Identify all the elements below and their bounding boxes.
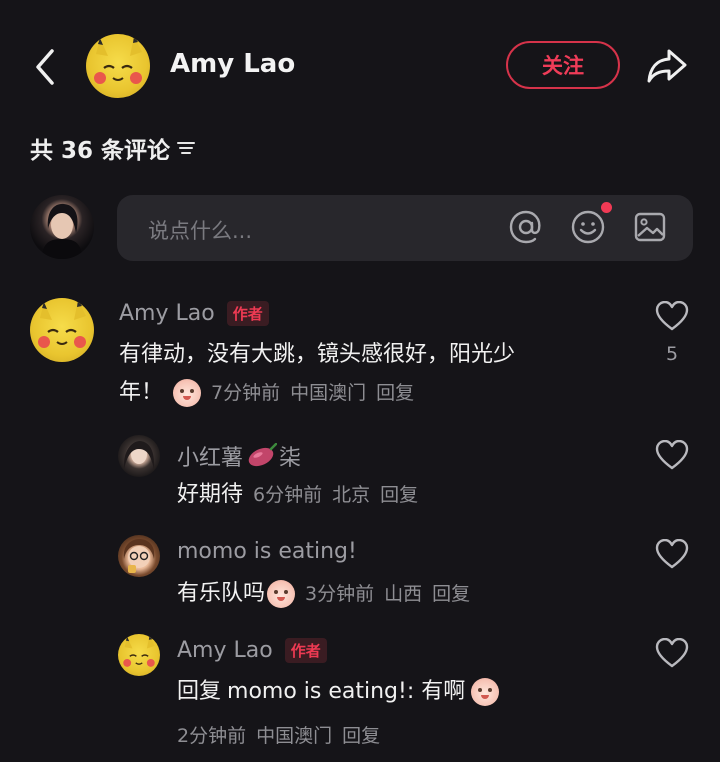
comment-text[interactable]: 有律动，没有大跳，镜头感很好，阳光少 年！ 7分钟前 中国澳门 回复: [119, 336, 619, 412]
reply-text-row[interactable]: 回复 momo is eating! : 有啊: [177, 673, 500, 711]
reply-to-user[interactable]: momo is eating!: [227, 673, 407, 711]
emoji-button[interactable]: [570, 209, 606, 245]
emoji-sticker-icon: [173, 379, 202, 407]
reply-text-row[interactable]: 好期待 6分钟前 北京 回复: [177, 476, 418, 514]
reply-link[interactable]: 回复: [380, 476, 418, 514]
reply-author-suffix: 柒: [279, 446, 302, 471]
like-button[interactable]: [655, 637, 689, 668]
comment-count-row[interactable]: 共 36 条评论: [30, 131, 196, 165]
emoji-sticker-icon: [267, 580, 296, 608]
comment-input-placeholder[interactable]: 说点什么...: [148, 215, 252, 245]
sweet-potato-icon: [248, 443, 278, 467]
comment-text-line: 年！ 7分钟前 中国澳门 回复: [119, 374, 619, 412]
like-button[interactable]: [655, 439, 689, 470]
like-count: 5: [666, 343, 679, 365]
image-button[interactable]: [632, 209, 668, 245]
share-arrow-icon: [647, 49, 687, 83]
follow-button[interactable]: 关注: [506, 41, 620, 89]
comment-author[interactable]: Amy Lao: [119, 301, 215, 326]
reply-time: 6分钟前: [253, 484, 323, 506]
at-sign-icon: [509, 210, 541, 244]
comment-time: 7分钟前: [211, 382, 281, 404]
author-badge: 作者: [226, 301, 269, 326]
reply-author[interactable]: momo is eating!: [177, 539, 357, 564]
reply-link[interactable]: 回复: [342, 721, 380, 748]
reply-author[interactable]: 小红薯: [177, 440, 243, 472]
comment-avatar[interactable]: [30, 298, 94, 362]
comment-count: 共 36 条评论: [30, 138, 171, 164]
back-button[interactable]: [28, 45, 62, 89]
reply-location: 中国澳门: [256, 725, 333, 747]
notification-dot: [601, 202, 612, 213]
emoji-sticker-icon: [471, 678, 500, 706]
share-button[interactable]: [645, 47, 689, 85]
reply-text-row[interactable]: 有乐队吗 3分钟前 山西 回复: [177, 575, 470, 613]
reply-avatar[interactable]: [118, 634, 160, 676]
reply-text: : 有啊: [406, 679, 466, 704]
heart-outline-icon: [655, 538, 689, 569]
like-button[interactable]: [655, 538, 689, 569]
pikachu-face-icon: [123, 635, 155, 667]
author-avatar[interactable]: [86, 34, 150, 98]
reply-header: 小红薯 柒: [177, 440, 301, 472]
filter-lines-icon: [177, 142, 196, 154]
reply-text: 有乐队吗: [177, 581, 266, 606]
reply-location: 山西: [384, 583, 423, 605]
reply-link[interactable]: 回复: [376, 374, 414, 412]
heart-outline-icon: [655, 637, 689, 668]
reply-meta-row: 2分钟前 中国澳门 回复: [177, 721, 380, 748]
chevron-left-icon: [36, 49, 54, 85]
image-icon: [634, 212, 666, 242]
reply-time: 2分钟前: [177, 725, 247, 747]
reply-author[interactable]: Amy Lao: [177, 638, 273, 663]
reply-prefix: 回复: [177, 679, 222, 704]
reply-link[interactable]: 回复: [432, 575, 470, 613]
reply-text: 好期待: [177, 482, 244, 507]
pikachu-face-icon: [94, 36, 142, 84]
reply-avatar[interactable]: [118, 535, 160, 577]
reply-header: Amy Lao 作者: [177, 638, 327, 663]
my-avatar: [30, 195, 94, 259]
reply-location: 北京: [332, 484, 371, 506]
comment-text-tail: 年！: [119, 380, 164, 405]
heart-outline-icon: [655, 439, 689, 470]
reply-avatar[interactable]: [118, 435, 160, 477]
heart-outline-icon: [655, 300, 689, 331]
reply-time: 3分钟前: [305, 583, 375, 605]
smiley-icon: [571, 210, 605, 244]
mention-button[interactable]: [508, 209, 544, 245]
like-button[interactable]: [655, 300, 689, 331]
comment-header: Amy Lao 作者: [119, 301, 269, 326]
pikachu-face-icon: [38, 300, 86, 348]
author-name[interactable]: Amy Lao: [170, 49, 295, 79]
comment-location: 中国澳门: [290, 382, 367, 404]
author-badge: 作者: [284, 638, 327, 663]
comment-text-line: 有律动，没有大跳，镜头感很好，阳光少: [119, 342, 516, 367]
